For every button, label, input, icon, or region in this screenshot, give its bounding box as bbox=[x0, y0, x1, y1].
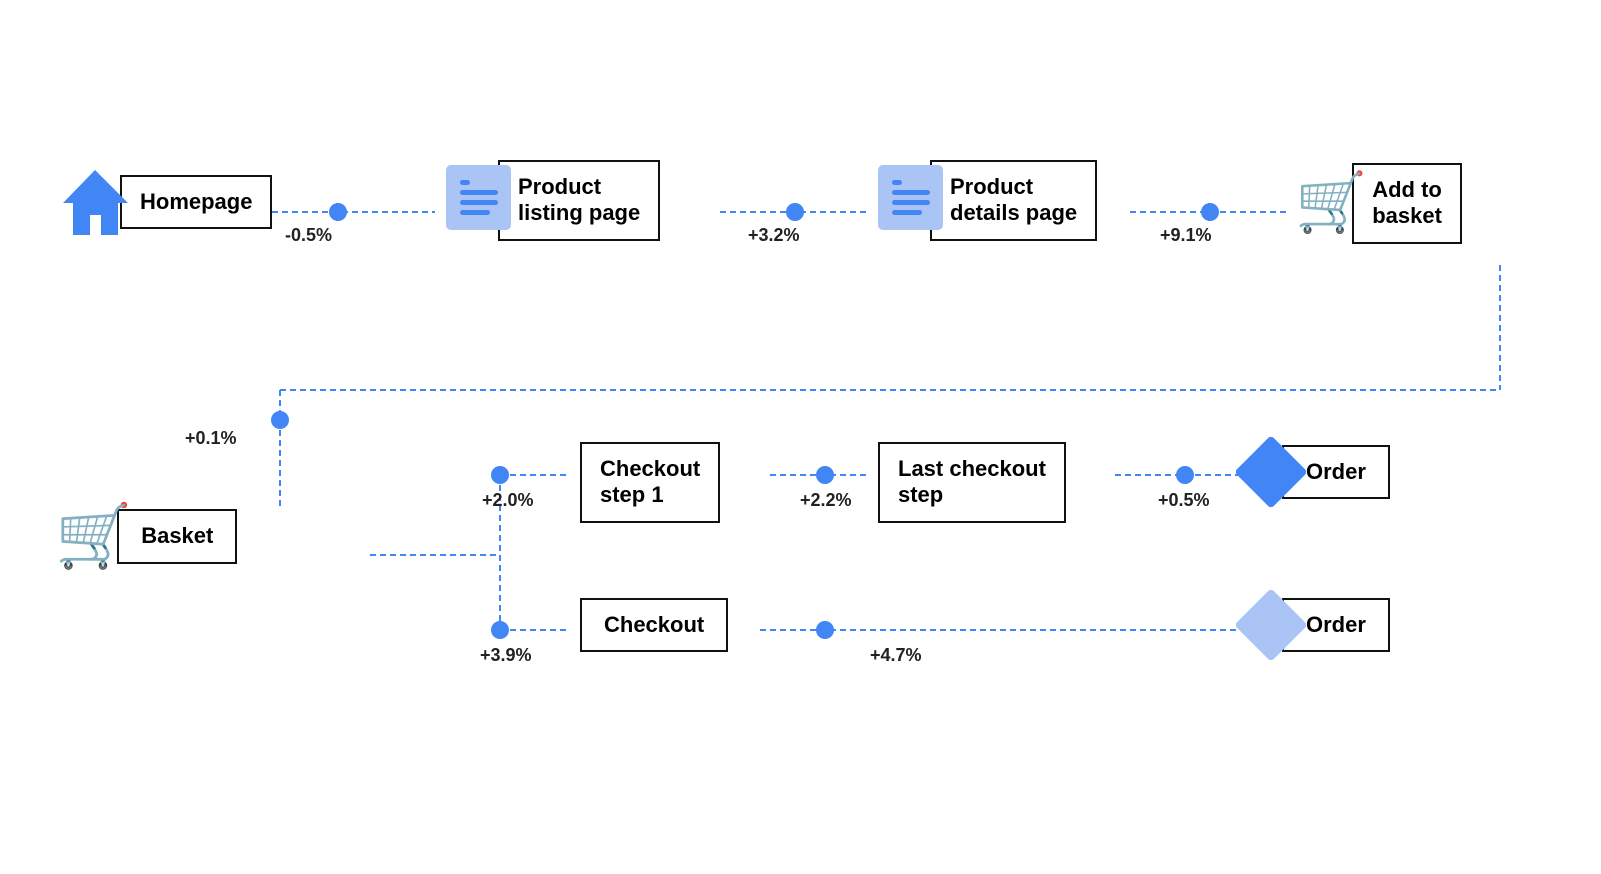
label-basket-step1: +2.0% bbox=[482, 490, 534, 511]
label-last-order1: +0.5% bbox=[1158, 490, 1210, 511]
dot-home-listing bbox=[329, 203, 347, 221]
add-to-basket-node: 🛒 Add tobasket bbox=[1295, 163, 1462, 244]
add-to-basket-box: Add tobasket bbox=[1352, 163, 1462, 244]
connectors bbox=[0, 0, 1601, 874]
cart-icon: 🛒 bbox=[1295, 169, 1367, 237]
checkout-step1-node: Checkoutstep 1 bbox=[580, 442, 720, 523]
home-icon bbox=[55, 162, 135, 242]
basket-cart-icon: 🛒 bbox=[55, 500, 132, 573]
dot-basket-checkout bbox=[491, 621, 509, 639]
label-step1-last: +2.2% bbox=[800, 490, 852, 511]
dot-last-order1 bbox=[1176, 466, 1194, 484]
dot-details-add bbox=[1201, 203, 1219, 221]
last-checkout-node: Last checkoutstep bbox=[878, 442, 1066, 523]
order1-node: Order bbox=[1245, 445, 1390, 499]
label-basket-loop: +0.1% bbox=[185, 428, 237, 449]
label-checkout-order2: +4.7% bbox=[870, 645, 922, 666]
diamond2-icon bbox=[1245, 599, 1297, 651]
dot-checkout-order2 bbox=[816, 621, 834, 639]
dot-basket-step1 bbox=[491, 466, 509, 484]
product-details-node: Productdetails page bbox=[878, 160, 1097, 241]
basket-node: 🛒 Basket bbox=[55, 500, 237, 573]
listing-icon bbox=[446, 165, 516, 235]
dot-step1-last bbox=[816, 466, 834, 484]
flow-diagram: -0.5% +3.2% +9.1% +0.1% +2.0% +2.2% +0.5… bbox=[0, 0, 1601, 874]
label-home-listing: -0.5% bbox=[285, 225, 332, 246]
product-details-box: Productdetails page bbox=[930, 160, 1097, 241]
homepage-node: Homepage bbox=[55, 162, 272, 242]
label-listing-details: +3.2% bbox=[748, 225, 800, 246]
checkout-box: Checkout bbox=[580, 598, 728, 652]
product-listing-box: Productlisting page bbox=[498, 160, 660, 241]
dot-listing-details bbox=[786, 203, 804, 221]
label-details-add: +9.1% bbox=[1160, 225, 1212, 246]
checkout-node: Checkout bbox=[580, 598, 728, 652]
diamond1-icon bbox=[1245, 446, 1297, 498]
checkout-step1-box: Checkoutstep 1 bbox=[580, 442, 720, 523]
order2-node: Order bbox=[1245, 598, 1390, 652]
details-icon bbox=[878, 165, 948, 235]
homepage-box: Homepage bbox=[120, 175, 272, 229]
dot-basket-loop bbox=[271, 411, 289, 429]
product-listing-node: Productlisting page bbox=[446, 160, 660, 241]
last-checkout-box: Last checkoutstep bbox=[878, 442, 1066, 523]
label-basket-checkout: +3.9% bbox=[480, 645, 532, 666]
basket-box: Basket bbox=[117, 509, 237, 563]
